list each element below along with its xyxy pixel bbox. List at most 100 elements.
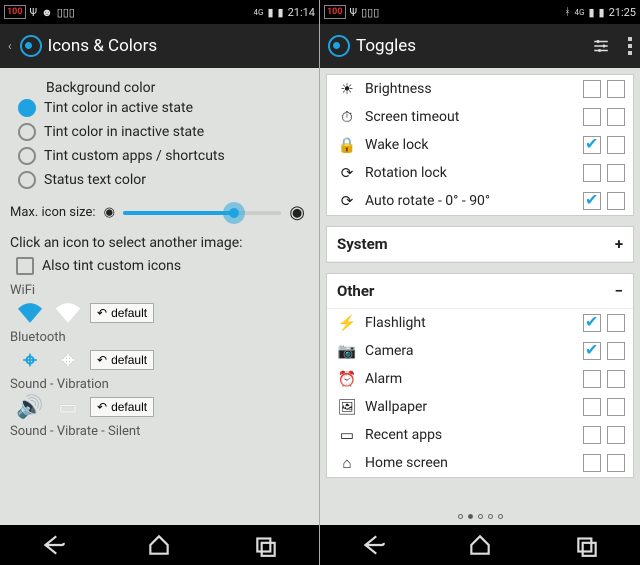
vib-inactive-icon[interactable]: ▭ — [52, 394, 84, 420]
checkbox-secondary[interactable] — [607, 80, 625, 98]
toggle-label: Auto rotate - 0° - 90° — [365, 193, 575, 209]
app-icon[interactable] — [328, 35, 350, 57]
checkbox-secondary[interactable] — [607, 314, 625, 332]
toggle-row: 🔒 Wake lock — [327, 131, 633, 159]
toggle-row: 🖼 Wallpaper — [327, 393, 633, 421]
home-button[interactable] — [467, 532, 493, 558]
radio-active[interactable]: Tint color in active state — [8, 96, 311, 120]
slider-thumb[interactable] — [223, 202, 245, 224]
settings-sliders-icon[interactable] — [592, 37, 610, 55]
wifi-label: WiFi — [10, 283, 311, 298]
sound-active-icon[interactable]: 🔊 — [14, 394, 46, 420]
other-header[interactable]: Other − — [327, 274, 633, 309]
checkbox-enabled[interactable] — [583, 454, 601, 472]
statusbar: 100 Ψ ▯▯▯ ᚼ 4G ▮ ▮ 21:25 — [320, 0, 640, 24]
statusbar: 100 Ψ ☻ ▯▯▯ 4G ▮ ▮ 21:14 — [0, 0, 319, 24]
checkbox-secondary[interactable] — [607, 164, 625, 182]
also-tint-row[interactable]: Also tint custom icons — [16, 257, 311, 275]
content-right: ☀Brightness⏱Screen timeout🔒Wake lock⟳Rot… — [320, 68, 640, 507]
wifi-default-button[interactable]: ↶ default — [90, 303, 154, 323]
checkbox-enabled[interactable] — [583, 164, 601, 182]
checkbox-enabled[interactable] — [583, 108, 601, 126]
checkbox-secondary[interactable] — [607, 426, 625, 444]
toggle-label: Recent apps — [365, 427, 575, 443]
toggle-icon: 🖼 — [337, 398, 357, 416]
other-card: Other − ⚡Flashlight📷Camera⏰Alarm🖼Wallpap… — [326, 273, 634, 478]
radio-inactive[interactable]: Tint color in inactive state — [8, 120, 311, 144]
radio-bg-label[interactable]: Background color — [8, 80, 311, 96]
usb-icon: Ψ — [350, 6, 358, 19]
wifi-inactive-icon[interactable] — [52, 300, 84, 326]
toggle-row: ⏱Screen timeout — [327, 103, 633, 131]
toggle-row: ▭ Recent apps — [327, 421, 633, 449]
bt-inactive-icon[interactable]: ⌖ — [52, 347, 84, 373]
back-button[interactable] — [360, 532, 386, 558]
bt-icon: ᚼ — [565, 7, 571, 18]
checkbox-enabled[interactable] — [583, 136, 601, 154]
battery-icon: ▮ — [599, 6, 605, 19]
checkbox-secondary[interactable] — [607, 342, 625, 360]
toggle-label: Wallpaper — [365, 399, 575, 415]
back-caret-icon[interactable]: ‹ — [8, 39, 12, 53]
toggle-icon: ☀ — [337, 80, 357, 98]
icon-size-slider[interactable] — [123, 211, 281, 215]
checkbox-secondary[interactable] — [607, 370, 625, 388]
toggle-label: Alarm — [365, 371, 575, 387]
checkbox-enabled[interactable] — [583, 314, 601, 332]
toggle-icon: ⏰ — [337, 370, 357, 388]
toggle-label: Rotation lock — [365, 165, 575, 181]
recents-button[interactable] — [253, 532, 279, 558]
battery-badge: 100 — [324, 5, 346, 19]
checkbox-enabled[interactable] — [583, 342, 601, 360]
checkbox-enabled[interactable] — [583, 398, 601, 416]
toggle-icon: ▭ — [337, 426, 357, 444]
checkbox-secondary[interactable] — [607, 454, 625, 472]
toggle-icon: ⌂ — [337, 454, 357, 472]
checkbox-secondary[interactable] — [607, 192, 625, 210]
checkbox-secondary[interactable] — [607, 108, 625, 126]
phone-right: 100 Ψ ▯▯▯ ᚼ 4G ▮ ▮ 21:25 Toggles ☀Bright… — [320, 0, 640, 565]
system-header[interactable]: System + — [327, 227, 633, 262]
eye-max-icon: ◉ — [289, 202, 305, 223]
phone-left: 100 Ψ ☻ ▯▯▯ 4G ▮ ▮ 21:14 ‹ Icons & Color… — [0, 0, 320, 565]
expand-icon[interactable]: + — [615, 235, 623, 253]
toggle-label: Screen timeout — [365, 109, 575, 125]
toggle-icon: 🔒 — [337, 136, 357, 154]
radio-icon — [18, 147, 36, 165]
page-indicator — [320, 507, 640, 525]
bt-default-button[interactable]: ↶ default — [90, 350, 154, 370]
collapse-icon[interactable]: − — [615, 282, 623, 300]
page-title: Icons & Colors — [48, 36, 158, 56]
actionbar: ‹ Icons & Colors — [0, 24, 319, 68]
signal-strength-icon: ▮ — [267, 6, 273, 19]
radio-status[interactable]: Status text color — [8, 168, 311, 192]
checkbox-secondary[interactable] — [607, 398, 625, 416]
radio-icon — [18, 99, 36, 117]
navbar — [320, 525, 640, 565]
chat-icon: ☻ — [41, 6, 53, 19]
bt-active-icon[interactable]: ⌖ — [14, 347, 46, 373]
toggle-row: ⌂ Home screen — [327, 449, 633, 477]
checkbox-enabled[interactable] — [583, 80, 601, 98]
checkbox-secondary[interactable] — [607, 136, 625, 154]
sv-default-button[interactable]: ↶ default — [90, 397, 154, 417]
checkbox-enabled[interactable] — [583, 426, 601, 444]
toggle-label: Home screen — [365, 455, 575, 471]
overflow-menu[interactable] — [628, 37, 632, 55]
checkbox-enabled[interactable] — [583, 370, 601, 388]
wifi-active-icon[interactable] — [14, 300, 46, 326]
usb-icon: Ψ — [30, 6, 38, 19]
toggle-row: ☀Brightness — [327, 75, 633, 103]
toggle-label: Flashlight — [365, 315, 575, 331]
toggle-row: ⚡Flashlight — [327, 309, 633, 337]
back-button[interactable] — [40, 532, 66, 558]
radio-custom[interactable]: Tint custom apps / shortcuts — [8, 144, 311, 168]
checkbox-enabled[interactable] — [583, 192, 601, 210]
toggle-label: Wake lock — [365, 137, 575, 153]
app-icon[interactable] — [20, 35, 42, 57]
recents-button[interactable] — [574, 532, 600, 558]
checkbox-icon[interactable] — [16, 257, 34, 275]
click-note: Click an icon to select another image: — [10, 235, 311, 251]
home-button[interactable] — [146, 532, 172, 558]
navbar — [0, 525, 319, 565]
